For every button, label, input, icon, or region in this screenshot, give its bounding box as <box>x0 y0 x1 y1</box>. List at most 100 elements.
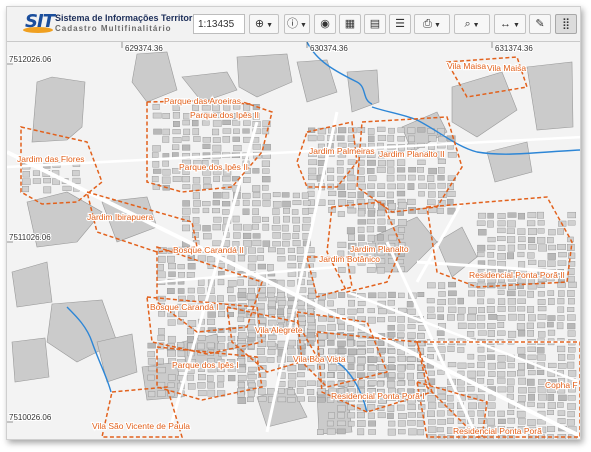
parcel <box>427 370 435 376</box>
parcel <box>297 300 306 306</box>
parcel <box>367 191 375 197</box>
parcel <box>367 404 376 411</box>
parcel <box>336 167 344 174</box>
parcel <box>507 417 516 424</box>
parcel <box>547 426 556 432</box>
parcel <box>266 388 275 395</box>
parcel <box>192 177 201 184</box>
parcel <box>556 322 564 330</box>
parcel <box>368 365 377 371</box>
parcel <box>336 160 344 166</box>
draw-button[interactable]: ✎ <box>529 14 551 34</box>
parcel <box>268 308 276 315</box>
parcel <box>158 311 166 317</box>
parcel <box>193 136 201 142</box>
parcel <box>328 412 335 419</box>
report-button[interactable]: ▤ <box>364 14 386 34</box>
parcel <box>398 201 407 209</box>
parcel <box>302 208 309 215</box>
parcel <box>187 383 196 390</box>
parcel <box>567 220 576 226</box>
parcel <box>427 426 437 433</box>
parcel <box>386 191 394 199</box>
list-button[interactable]: ☰ <box>389 14 411 34</box>
parcel <box>252 208 259 216</box>
parcel <box>397 364 406 372</box>
measure-menu-button[interactable]: ↔ ▼ <box>494 14 526 34</box>
parcel <box>538 331 546 338</box>
label-residencial-ponta-pora-ii: Residencial Ponta Porã II <box>469 270 565 280</box>
parcel <box>397 234 404 240</box>
parcel <box>346 339 354 347</box>
parcel <box>358 379 366 387</box>
parcel <box>447 345 455 352</box>
parcel <box>477 330 487 336</box>
parcel <box>308 159 318 166</box>
parcel <box>187 263 196 270</box>
print-menu-button[interactable]: ⎙ ▼ <box>414 14 450 34</box>
parcel <box>517 347 526 354</box>
apps-button[interactable]: ⣿ <box>555 14 577 34</box>
parcel <box>388 420 396 427</box>
zoom-menu-button[interactable]: ⊕ ▼ <box>249 14 279 34</box>
parcel <box>437 393 447 400</box>
parcel <box>497 386 507 393</box>
parcel <box>467 410 475 417</box>
parcel <box>252 200 261 207</box>
parcel <box>276 248 285 255</box>
parcel <box>567 211 577 219</box>
parcel <box>377 292 387 299</box>
parcel <box>387 183 396 190</box>
document-icon: ▤ <box>369 18 381 30</box>
parcel <box>388 331 396 338</box>
map-canvas[interactable]: 629374.36 630374.36 631374.36 7512026.06… <box>7 42 580 439</box>
parcel <box>476 370 485 377</box>
parcel <box>567 307 575 313</box>
parcel <box>203 176 211 184</box>
parcel <box>282 200 291 208</box>
parcel <box>397 355 406 362</box>
parcel <box>396 380 405 386</box>
search-menu-button[interactable]: ⌕ ▼ <box>454 14 490 34</box>
parcel <box>367 316 376 324</box>
parcel <box>337 241 347 248</box>
parcel <box>428 167 437 175</box>
parcel <box>358 234 365 241</box>
parcel <box>566 419 575 426</box>
parcel <box>152 103 160 110</box>
parcel <box>262 184 269 191</box>
parcel <box>518 290 526 297</box>
map-viewport[interactable]: 629374.36 630374.36 631374.36 7512026.06… <box>7 42 580 439</box>
parcel <box>428 183 436 190</box>
parcel <box>357 308 364 314</box>
parcel <box>388 357 396 363</box>
print-icon: ⎙ <box>423 18 432 30</box>
parcel <box>386 380 396 388</box>
parcel <box>327 300 334 307</box>
parcel <box>248 279 257 287</box>
parcel <box>356 349 366 355</box>
parcel <box>187 327 194 335</box>
parcel <box>212 128 220 136</box>
parcel <box>357 191 364 199</box>
parcel <box>507 386 514 393</box>
grid-view-button[interactable]: ▦ <box>339 14 361 34</box>
parcel <box>338 267 346 273</box>
parcel <box>387 428 396 436</box>
scale-input[interactable]: 1:13435 <box>193 14 245 34</box>
visibility-button[interactable]: ◉ <box>314 14 336 34</box>
parcel <box>187 287 195 294</box>
parcel <box>568 252 576 259</box>
parcel <box>307 134 317 142</box>
parcel <box>398 292 405 299</box>
parcel <box>338 199 347 206</box>
parcel <box>337 183 346 191</box>
parcel <box>207 389 216 397</box>
coord-y-7511026: 7511026.06 <box>9 233 51 242</box>
parcel <box>182 224 190 232</box>
parcel <box>567 411 575 418</box>
info-menu-button[interactable]: ⓘ ▼ <box>284 14 310 34</box>
parcel <box>538 244 548 252</box>
parcel <box>218 311 226 318</box>
parcel <box>257 356 267 363</box>
